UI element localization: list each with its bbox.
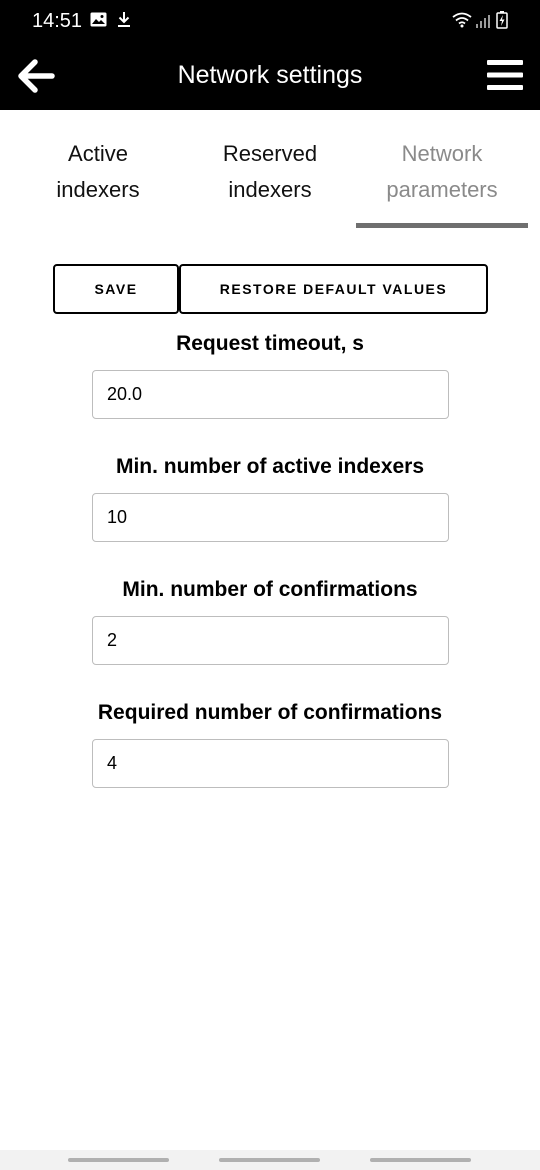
restore-defaults-button[interactable]: RESTORE DEFAULT VALUES <box>179 264 488 314</box>
nav-home-handle[interactable] <box>219 1158 320 1162</box>
menu-button[interactable] <box>484 54 526 96</box>
wifi-icon <box>452 12 472 33</box>
action-buttons: SAVE RESTORE DEFAULT VALUES <box>53 264 488 314</box>
signal-icon <box>475 13 491 34</box>
download-icon <box>117 11 131 33</box>
hamburger-menu-icon <box>487 60 523 90</box>
request-timeout-label: Request timeout, s <box>176 332 364 355</box>
tab-label-line1: Active <box>68 141 128 166</box>
status-time: 14:51 <box>32 10 83 32</box>
app-bar: Network settings <box>0 42 540 110</box>
nav-back-handle[interactable] <box>370 1158 471 1162</box>
required-confirmations-input[interactable] <box>92 739 449 788</box>
tab-label-line2: indexers <box>56 177 140 202</box>
min-active-indexers-input[interactable] <box>92 493 449 542</box>
save-button[interactable]: SAVE <box>53 264 179 314</box>
battery-charging-icon <box>496 11 508 34</box>
min-active-indexers-label: Min. number of active indexers <box>115 455 425 478</box>
status-bar: 14:51 <box>0 0 540 42</box>
active-tab-indicator <box>356 223 528 228</box>
image-icon <box>90 12 107 32</box>
tab-bar: Active indexers Reserved indexers Networ… <box>12 110 528 228</box>
tab-reserved-indexers[interactable]: Reserved indexers <box>184 110 356 228</box>
tab-network-parameters[interactable]: Network parameters <box>356 110 528 228</box>
required-confirmations-label: Required number of confirmations <box>97 701 443 724</box>
tab-label-line1: Reserved <box>222 141 318 166</box>
page-title: Network settings <box>177 61 363 89</box>
tab-label-line2: parameters <box>386 177 498 202</box>
tab-active-indexers[interactable]: Active indexers <box>12 110 184 228</box>
min-confirmations-label: Min. number of confirmations <box>122 578 418 601</box>
tab-label-line2: indexers <box>228 177 312 202</box>
request-timeout-input[interactable] <box>92 370 449 419</box>
nav-recents-handle[interactable] <box>68 1158 169 1162</box>
tab-label-line1: Network <box>401 141 483 166</box>
min-confirmations-input[interactable] <box>92 616 449 665</box>
system-nav-bar <box>0 1150 540 1170</box>
